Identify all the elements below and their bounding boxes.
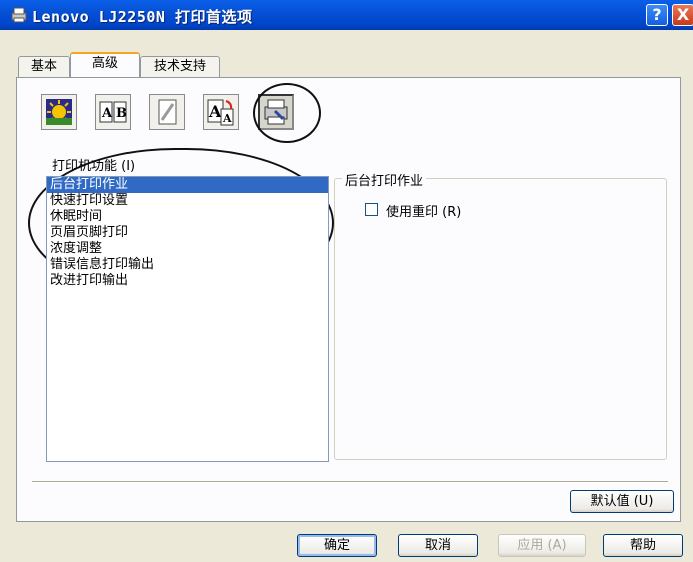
quality-icon (46, 99, 72, 125)
apply-button[interactable]: 应用 (A) (498, 534, 586, 557)
svg-text:B: B (116, 106, 127, 121)
group-title: 后台打印作业 (342, 170, 427, 189)
list-item[interactable]: 改进打印输出 (47, 273, 328, 289)
duplex-icon: A B (99, 101, 127, 123)
tab-support[interactable]: 技术支持 (140, 56, 220, 78)
close-button[interactable]: X (672, 4, 693, 26)
spool-group-box (334, 178, 667, 460)
list-item[interactable]: 后台打印作业 (47, 177, 328, 193)
window-title: Lenovo LJ2250N 打印首选项 (32, 8, 253, 26)
help-button[interactable]: 帮助 (603, 534, 683, 557)
svg-text:A: A (208, 102, 222, 121)
features-label: 打印机功能 (I) (52, 159, 136, 174)
watermark-icon (158, 99, 177, 125)
list-item[interactable]: 浓度调整 (47, 241, 328, 257)
features-list[interactable]: 后台打印作业 快速打印设置 休眠时间 页眉页脚打印 浓度调整 错误信息打印输出 … (46, 176, 329, 462)
quality-button[interactable] (41, 94, 77, 130)
separator (32, 481, 668, 483)
restore-default-button[interactable]: 默认值 (U) (570, 490, 674, 513)
tab-advanced[interactable]: 高级 (70, 52, 140, 77)
title-bar[interactable]: Lenovo LJ2250N 打印首选项 ? X (0, 0, 693, 30)
printer-preferences-dialog: Lenovo LJ2250N 打印首选项 ? X 基本 高级 技术支持 A B (0, 0, 693, 562)
list-item[interactable]: 页眉页脚打印 (47, 225, 328, 241)
ok-button[interactable]: 确定 (297, 534, 377, 557)
help-title-button[interactable]: ? (646, 4, 668, 26)
list-item[interactable]: 快速打印设置 (47, 193, 328, 209)
duplex-button[interactable]: A B (95, 94, 131, 130)
svg-text:A: A (222, 112, 232, 125)
page-setup-icon: A A (207, 99, 234, 126)
device-options-icon (264, 99, 288, 125)
device-options-button[interactable] (258, 94, 294, 130)
tab-basic[interactable]: 基本 (18, 56, 70, 78)
list-item[interactable]: 错误信息打印输出 (47, 257, 328, 273)
printer-icon (11, 7, 27, 23)
page-setup-button[interactable]: A A (203, 94, 239, 130)
reprint-checkbox[interactable] (365, 203, 378, 216)
watermark-button[interactable] (149, 94, 185, 130)
reprint-label[interactable]: 使用重印 (R) (386, 201, 461, 220)
cancel-button[interactable]: 取消 (398, 534, 478, 557)
svg-text:A: A (101, 106, 113, 121)
list-item[interactable]: 休眠时间 (47, 209, 328, 225)
